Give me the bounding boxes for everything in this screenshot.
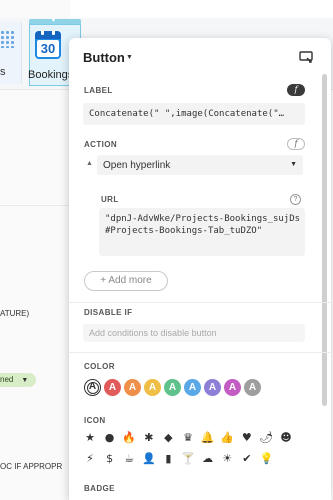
user-icon[interactable]: 👤 — [142, 452, 156, 466]
color-swatch[interactable]: A — [244, 379, 261, 396]
url-heading: URL — [101, 195, 119, 204]
background-text: OC IF APPROPR — [0, 462, 63, 471]
action-select-value: Open hyperlink — [103, 160, 171, 171]
color-swatch[interactable]: A — [144, 379, 161, 396]
function-icon[interactable]: f — [287, 138, 305, 150]
caret-down-icon[interactable]: ▼ — [126, 54, 133, 61]
divider — [69, 302, 331, 303]
calendar-icon: 30 — [35, 31, 61, 59]
disable-if-heading: DISABLE IF — [84, 308, 133, 317]
phone-icon[interactable]: ▮ — [161, 452, 175, 466]
badge-heading: BADGE — [84, 484, 115, 493]
disable-condition-placeholder: Add conditions to disable button — [89, 328, 217, 338]
dollar-icon[interactable]: $ — [103, 452, 117, 466]
cocktail-icon[interactable]: 🍸 — [181, 452, 195, 466]
fire-icon[interactable]: 🔥 — [122, 431, 136, 445]
trophy-icon[interactable]: ♛ — [181, 431, 195, 445]
color-swatch[interactable]: A — [84, 379, 101, 396]
dots-icon — [0, 30, 14, 48]
smile-icon[interactable]: ☻ — [279, 431, 293, 445]
tile-previous[interactable]: s — [0, 22, 22, 84]
calendar-day: 30 — [37, 40, 59, 57]
color-swatch[interactable]: A — [184, 379, 201, 396]
star-icon[interactable]: ★ — [83, 431, 97, 445]
property-panel: Button ▼ LABEL f Concatenate(" ",image(C… — [69, 38, 331, 500]
lightbulb-icon[interactable]: 💡 — [259, 452, 274, 466]
divider — [69, 352, 331, 353]
tile-previous-label: s — [0, 66, 6, 78]
action-select[interactable]: ▲ Open hyperlink ▼ — [83, 155, 303, 175]
status-badge[interactable]: ned ▼ — [0, 373, 37, 387]
thumbs-up-icon[interactable]: 👍 — [220, 431, 234, 445]
divider — [0, 205, 70, 206]
url-input-value: "dpnJ-AdvWke/Projects-Bookings_sujDs#Pro… — [105, 214, 301, 236]
chevron-down-icon: ▼ — [290, 161, 297, 168]
dock-panel-icon[interactable] — [298, 49, 314, 65]
panel-title[interactable]: Button — [83, 50, 125, 65]
background-text: ATURE) — [0, 309, 30, 318]
bell-icon[interactable]: 🔔 — [201, 431, 215, 445]
caret-up-icon[interactable]: ▲ — [86, 160, 93, 167]
label-input-value: Concatenate(" ",image(Concatenate("… — [89, 109, 285, 119]
action-heading: ACTION — [84, 140, 118, 149]
help-icon[interactable]: ? — [290, 194, 301, 205]
lightning-icon[interactable]: ⚡ — [83, 452, 97, 466]
icon-heading: ICON — [84, 416, 106, 425]
disable-condition-input[interactable]: Add conditions to disable button — [83, 324, 305, 342]
scrollbar[interactable] — [322, 74, 327, 406]
pepper-icon[interactable]: 🌶 — [259, 431, 273, 445]
panel-header: Button ▼ — [69, 38, 331, 76]
status-badge-label: ned — [0, 375, 14, 384]
color-heading: COLOR — [84, 362, 115, 371]
color-swatch[interactable]: A — [104, 379, 121, 396]
check-icon[interactable]: ✔ — [240, 452, 254, 466]
sun-icon[interactable]: ☀ — [220, 452, 234, 466]
tile-bookings-label: Bookings — [28, 69, 74, 81]
bug-icon[interactable]: ✱ — [142, 431, 156, 445]
coffee-icon[interactable]: ☕ — [122, 452, 136, 466]
label-input[interactable]: Concatenate(" ",image(Concatenate("… — [83, 103, 305, 125]
color-swatch[interactable]: A — [124, 379, 141, 396]
color-swatch[interactable]: A — [204, 379, 221, 396]
color-swatch[interactable]: A — [224, 379, 241, 396]
color-swatch[interactable]: A — [164, 379, 181, 396]
label-heading: LABEL — [84, 86, 113, 95]
heart-icon[interactable]: ♥ — [240, 431, 254, 445]
circle-icon[interactable]: ● — [103, 431, 117, 445]
diamond-icon[interactable]: ◆ — [161, 431, 175, 445]
cloud-icon[interactable]: ☁ — [201, 452, 215, 466]
caret-down-icon: ▼ — [21, 377, 29, 384]
url-input[interactable]: "dpnJ-AdvWke/Projects-Bookings_sujDs#Pro… — [99, 208, 305, 256]
add-more-button[interactable]: + Add more — [84, 271, 168, 291]
function-icon[interactable]: f — [287, 84, 305, 96]
